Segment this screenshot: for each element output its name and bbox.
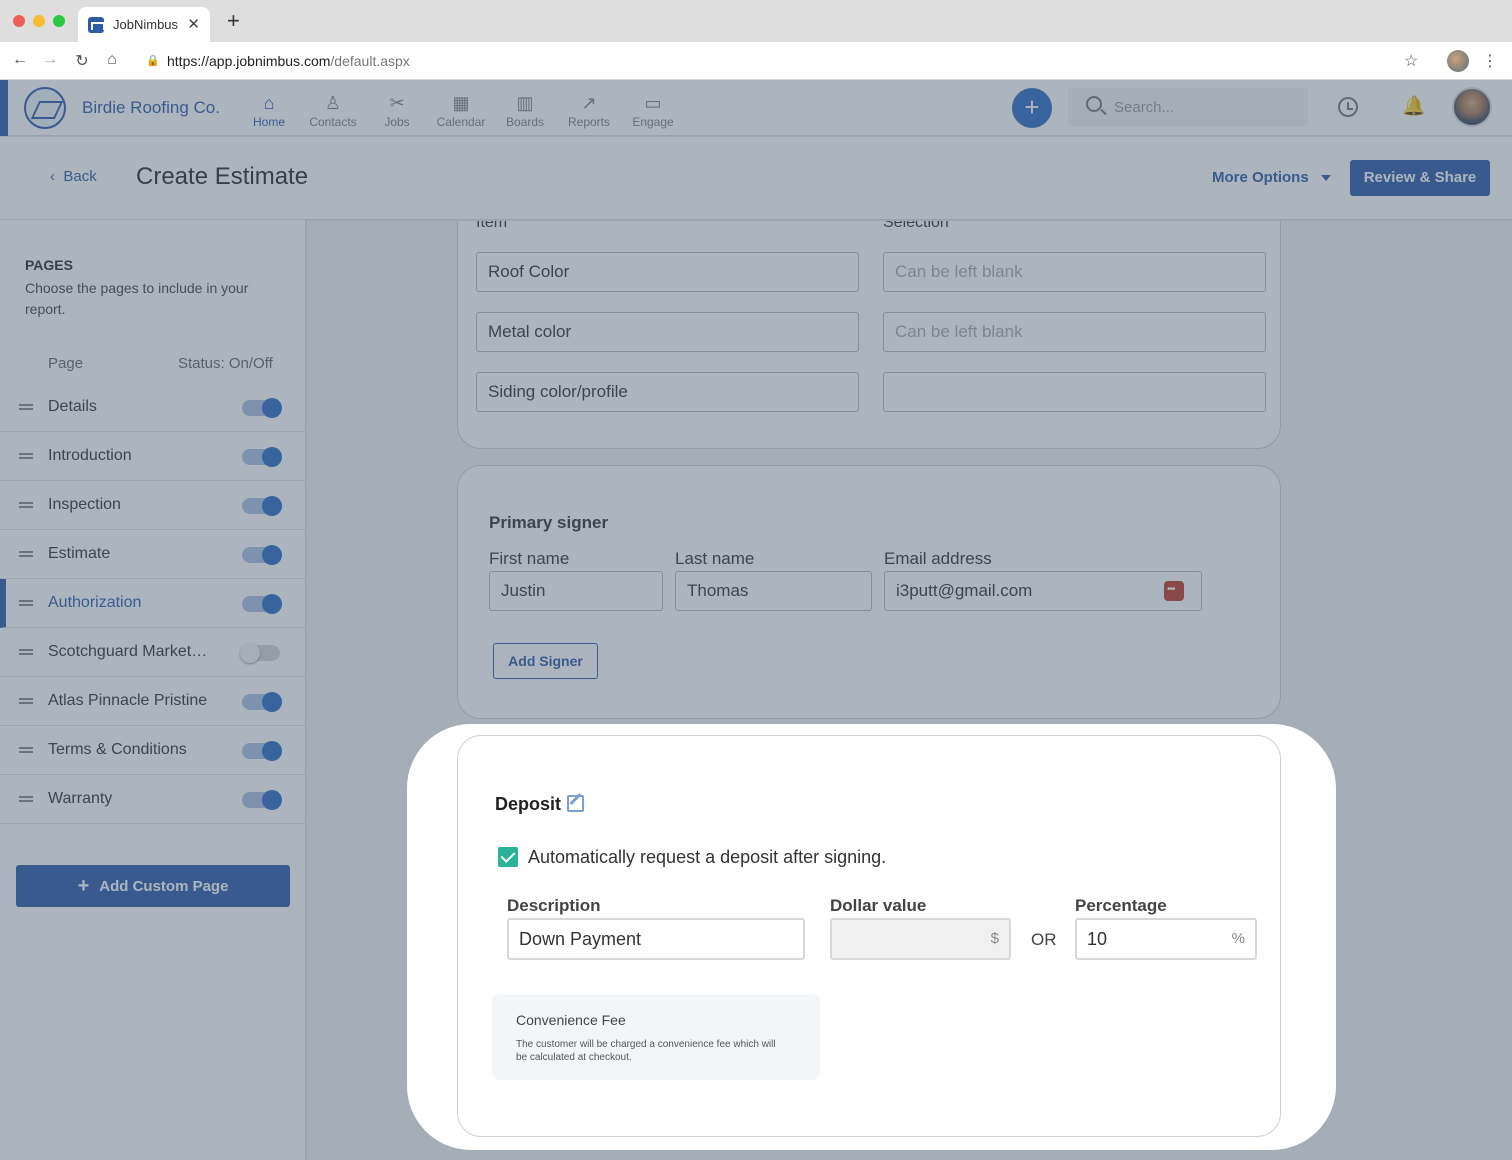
- browser-menu-icon[interactable]: ⋮: [1482, 51, 1498, 71]
- forward-arrow-icon[interactable]: →: [40, 51, 60, 69]
- dollar-value-field[interactable]: $: [830, 918, 1011, 960]
- reload-icon[interactable]: ↻: [72, 51, 92, 71]
- convenience-fee-box: Convenience Fee The customer will be cha…: [492, 994, 820, 1080]
- percentage-label: Percentage: [1075, 896, 1167, 915]
- percentage-value: 10: [1087, 929, 1108, 949]
- browser-profile-avatar[interactable]: [1447, 50, 1469, 72]
- percent-suffix: %: [1231, 930, 1245, 947]
- url-text: https://app.jobnimbus.com/default.aspx: [167, 53, 410, 69]
- jobnimbus-favicon-icon: [88, 17, 105, 33]
- percentage-field[interactable]: 10 %: [1075, 918, 1257, 960]
- convenience-fee-description: The customer will be charged a convenien…: [516, 1039, 776, 1063]
- dollar-suffix: $: [990, 930, 999, 947]
- new-tab-icon[interactable]: +: [227, 10, 240, 32]
- address-bar: ← → ↻ ⌂ 🔒 https://app.jobnimbus.com/defa…: [0, 42, 1512, 80]
- description-field[interactable]: Down Payment: [507, 918, 805, 960]
- description-label: Description: [507, 896, 601, 915]
- tab-title: JobNimbus: [113, 17, 179, 32]
- auto-request-label: Automatically request a deposit after si…: [528, 847, 887, 867]
- url-field[interactable]: 🔒 https://app.jobnimbus.com/default.aspx: [134, 47, 1434, 75]
- bookmark-star-icon[interactable]: ☆: [1404, 51, 1418, 71]
- deposit-card: Deposit Automatically request a deposit …: [457, 735, 1281, 1137]
- convenience-fee-title: Convenience Fee: [516, 1012, 626, 1028]
- lock-icon: 🔒: [146, 55, 160, 67]
- home-browser-icon[interactable]: ⌂: [102, 51, 122, 69]
- minimize-window-button[interactable]: [33, 15, 45, 27]
- browser-tab[interactable]: JobNimbus ✕: [78, 7, 210, 42]
- auto-request-checkbox[interactable]: [498, 847, 518, 867]
- back-arrow-icon[interactable]: ←: [10, 51, 30, 69]
- close-tab-icon[interactable]: ✕: [187, 15, 200, 33]
- edit-icon[interactable]: [567, 795, 584, 812]
- maximize-window-button[interactable]: [53, 15, 65, 27]
- close-window-button[interactable]: [13, 15, 25, 27]
- deposit-title: Deposit: [495, 794, 562, 814]
- dollar-value-label: Dollar value: [830, 896, 927, 915]
- or-separator: OR: [1031, 930, 1057, 949]
- browser-tab-bar: JobNimbus ✕ +: [0, 0, 1512, 42]
